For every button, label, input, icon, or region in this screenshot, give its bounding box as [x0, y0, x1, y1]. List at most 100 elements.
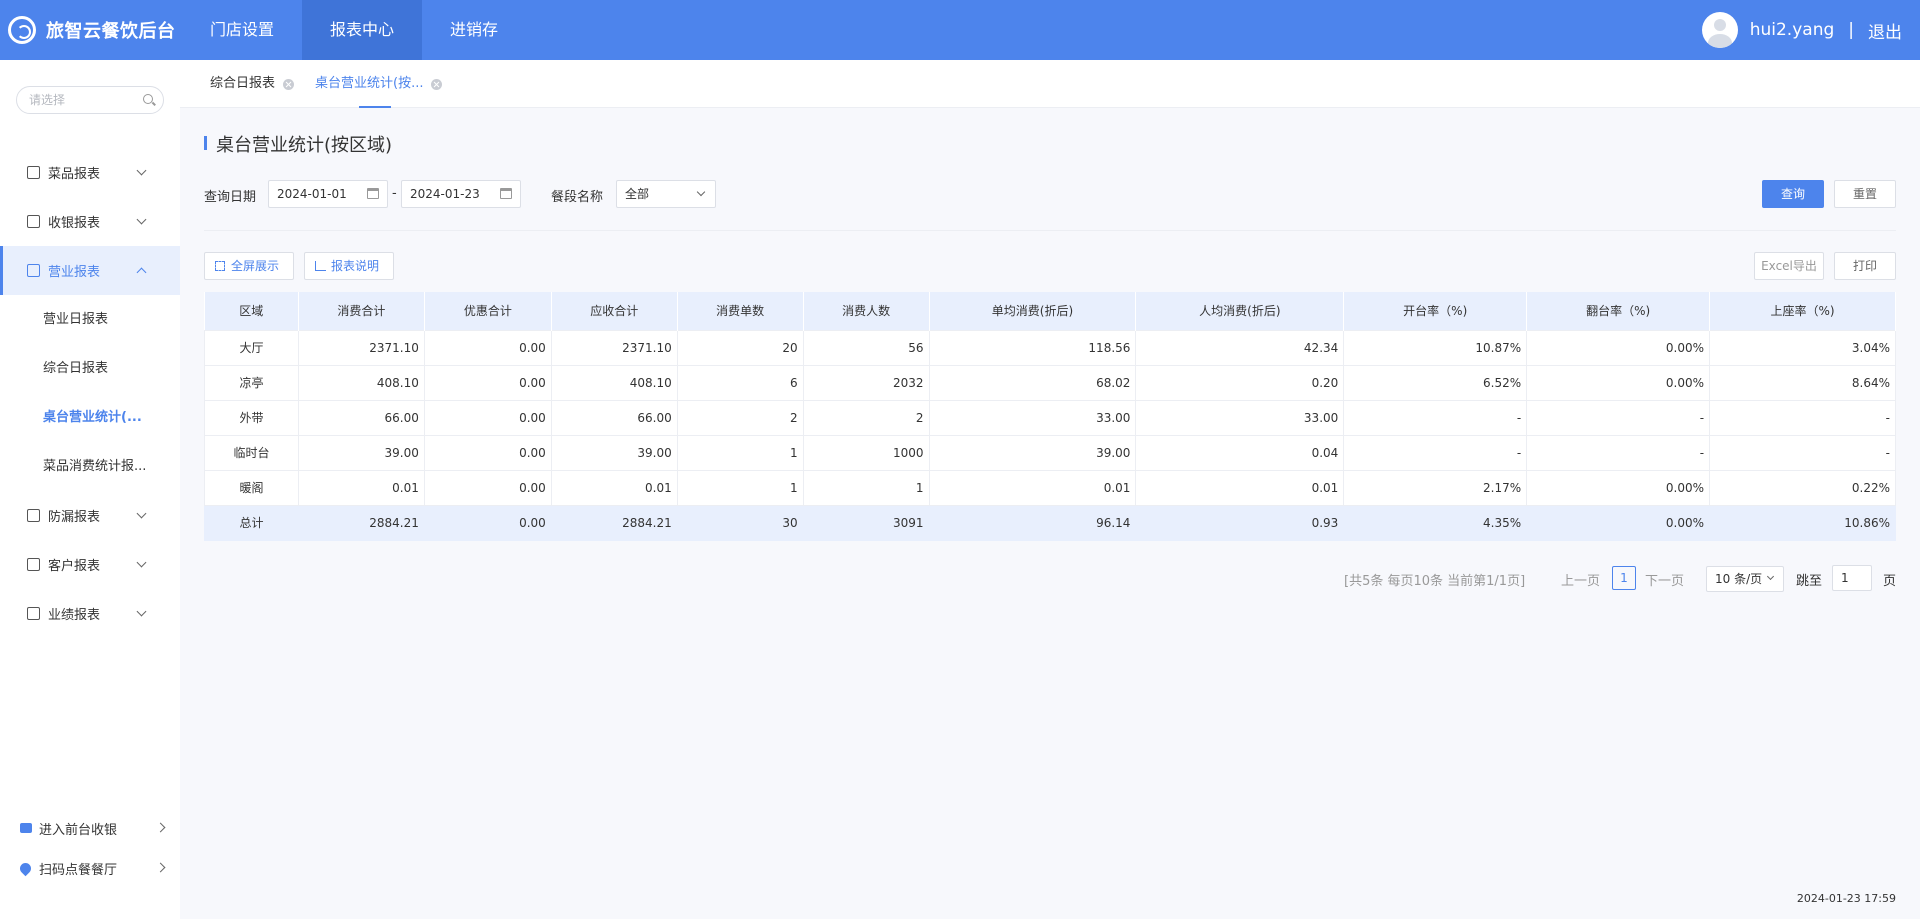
- sidebar: 请选择 菜品报表 收银报表 营业报表 营业日报表 综合日报表 桌台营业统计(..…: [0, 60, 180, 919]
- sidebar-search-input[interactable]: 请选择: [16, 86, 164, 114]
- table-cell: 56: [802, 329, 930, 366]
- table-cell: -: [1343, 399, 1528, 436]
- logout-link[interactable]: 退出: [1868, 18, 1902, 43]
- table-cell: 总计: [204, 504, 299, 541]
- main-content: 桌台营业统计(按区域) 查询日期 2024-01-01 - 2024-01-23…: [180, 108, 1920, 919]
- sidebar-item-label: 营业报表: [48, 265, 101, 280]
- sidebar-subitem-daily-summary[interactable]: 综合日报表: [0, 344, 180, 393]
- sidebar-item-customer-reports[interactable]: 客户报表: [0, 540, 180, 589]
- chart-icon: [27, 264, 40, 277]
- scan-order-restaurant-link[interactable]: 扫码点餐餐厅: [17, 857, 170, 879]
- table-cell: 408.10: [297, 364, 425, 401]
- avatar[interactable]: [1701, 12, 1738, 48]
- table-cell: 0.04: [1135, 434, 1345, 471]
- brand: 旅智云餐饮后台: [0, 16, 182, 44]
- table-cell: 68.02: [928, 364, 1137, 401]
- enter-front-cashier-link[interactable]: 进入前台收银: [20, 817, 170, 839]
- chevron-right-icon: [155, 822, 166, 833]
- shield-report-icon: [27, 509, 40, 522]
- column-header: 翻台率（%): [1526, 292, 1711, 330]
- sidebar-subitem-dish-consumption[interactable]: 菜品消费统计报...: [0, 442, 180, 491]
- chevron-down-icon: [136, 606, 147, 617]
- table-cell: -: [1526, 399, 1711, 436]
- prev-page-button[interactable]: 上一页: [1561, 570, 1600, 589]
- print-button[interactable]: 打印: [1834, 252, 1896, 280]
- table-cell: 33.00: [1135, 399, 1345, 436]
- table-cell: 8.64%: [1709, 364, 1896, 401]
- query-button[interactable]: 查询: [1762, 180, 1824, 208]
- table-row: 大厅 2371.10 0.00 2371.10 20 56 118.56 42.34 10.87…: [204, 329, 1896, 366]
- table-cell: 118.56: [928, 329, 1137, 366]
- tab-bar: 综合日报表 桌台营业统计(按...: [180, 60, 1920, 108]
- excel-export-button[interactable]: Excel导出: [1754, 252, 1824, 280]
- report-explain-button[interactable]: 报表说明: [304, 252, 394, 280]
- table-cell: 30: [676, 504, 804, 541]
- sidebar-item-cashier-reports[interactable]: 收银报表: [0, 197, 180, 246]
- table-cell: 2.17%: [1343, 469, 1528, 506]
- table-cell: 0.01: [550, 469, 678, 506]
- user-name[interactable]: hui2.yang: [1750, 20, 1835, 40]
- sidebar-item-label: 菜品报表: [48, 167, 101, 182]
- table-cell: 408.10: [550, 364, 678, 401]
- tab-daily-summary[interactable]: 综合日报表: [210, 60, 295, 108]
- table-cell: 66.00: [297, 399, 425, 436]
- table-cell: 1000: [802, 434, 930, 471]
- chevron-right-icon: [155, 862, 166, 873]
- chevron-down-icon: [136, 508, 147, 519]
- start-date-value: 2024-01-01: [277, 187, 347, 201]
- sidebar-item-leak-reports[interactable]: 防漏报表: [0, 491, 180, 540]
- sidebar-item-business-reports[interactable]: 营业报表: [0, 246, 180, 295]
- sidebar-subitem-daily-business[interactable]: 营业日报表: [0, 295, 180, 344]
- close-icon[interactable]: [283, 78, 295, 90]
- table-cell: -: [1709, 399, 1896, 436]
- topnav-store-settings[interactable]: 门店设置: [182, 0, 302, 60]
- table-cell: 10.86%: [1709, 504, 1896, 541]
- next-page-button[interactable]: 下一页: [1645, 570, 1684, 589]
- close-icon[interactable]: [431, 78, 443, 90]
- table-cell: 10.87%: [1343, 329, 1528, 366]
- table-cell: 凉亭: [204, 364, 299, 401]
- table-cell: 4.35%: [1343, 504, 1528, 541]
- table-row: 临时台 39.00 0.00 39.00 1 1000 39.00 0.04- - -: [204, 434, 1896, 471]
- meal-select-value: 全部: [625, 187, 650, 201]
- page-number-current[interactable]: 1: [1612, 566, 1636, 590]
- sidebar-item-label: 防漏报表: [48, 510, 101, 525]
- tab-table-stats[interactable]: 桌台营业统计(按...: [315, 60, 443, 108]
- table-cell: 0.00%: [1526, 504, 1711, 541]
- reset-button[interactable]: 重置: [1834, 180, 1896, 208]
- table-cell: 6: [676, 364, 804, 401]
- table-cell: 2884.21: [297, 504, 425, 541]
- column-header: 区域: [204, 292, 299, 330]
- fullscreen-button[interactable]: 全屏展示: [204, 252, 294, 280]
- jump-page-input[interactable]: 1: [1832, 565, 1872, 591]
- table-cell: 3091: [802, 504, 930, 541]
- meal-select[interactable]: 全部: [616, 180, 716, 208]
- sidebar-item-label: 收银报表: [48, 216, 101, 231]
- pagination-info: [共5条 每页10条 当前第1/1页]: [1344, 574, 1526, 589]
- topnav-report-center[interactable]: 报表中心: [302, 0, 423, 60]
- chevron-up-icon: [136, 267, 147, 278]
- sidebar-item-label: 业绩报表: [48, 608, 101, 623]
- sidebar-item-dish-reports[interactable]: 菜品报表: [0, 148, 180, 197]
- search-icon[interactable]: [143, 94, 153, 104]
- table-cell: 1: [676, 434, 804, 471]
- date-separator: -: [392, 186, 397, 201]
- start-date-input[interactable]: 2024-01-01: [268, 180, 388, 208]
- page-size-select[interactable]: 10 条/页: [1706, 566, 1784, 592]
- chevron-down-icon: [136, 214, 147, 225]
- table-body: 大厅 2371.10 0.00 2371.10 20 56 118.56 42.34 10.87…: [204, 329, 1896, 541]
- table-cell: 暖阁: [204, 469, 299, 506]
- table-row: 凉亭 408.10 0.00 408.10 6 2032 68.02 0.20 6.52% 0.0…: [204, 364, 1896, 401]
- page-size-value: 10 条/页: [1715, 572, 1763, 586]
- table-cell: 0.93: [1135, 504, 1345, 541]
- sidebar-subitem-table-stats[interactable]: 桌台营业统计(...: [0, 393, 180, 442]
- end-date-input[interactable]: 2024-01-23: [401, 180, 521, 208]
- table-cell: 2032: [802, 364, 930, 401]
- date-label: 查询日期: [204, 190, 257, 205]
- sidebar-item-performance-reports[interactable]: 业绩报表: [0, 589, 180, 638]
- tab-label: 桌台营业统计(按...: [315, 76, 424, 91]
- column-header: 上座率（%): [1709, 292, 1896, 330]
- table-total-row: 总计 2884.21 0.00 2884.21 30 3091 96.14 0.93 4.35%…: [204, 504, 1896, 541]
- topnav-inventory[interactable]: 进销存: [422, 0, 526, 60]
- brand-logo-icon: [8, 16, 36, 44]
